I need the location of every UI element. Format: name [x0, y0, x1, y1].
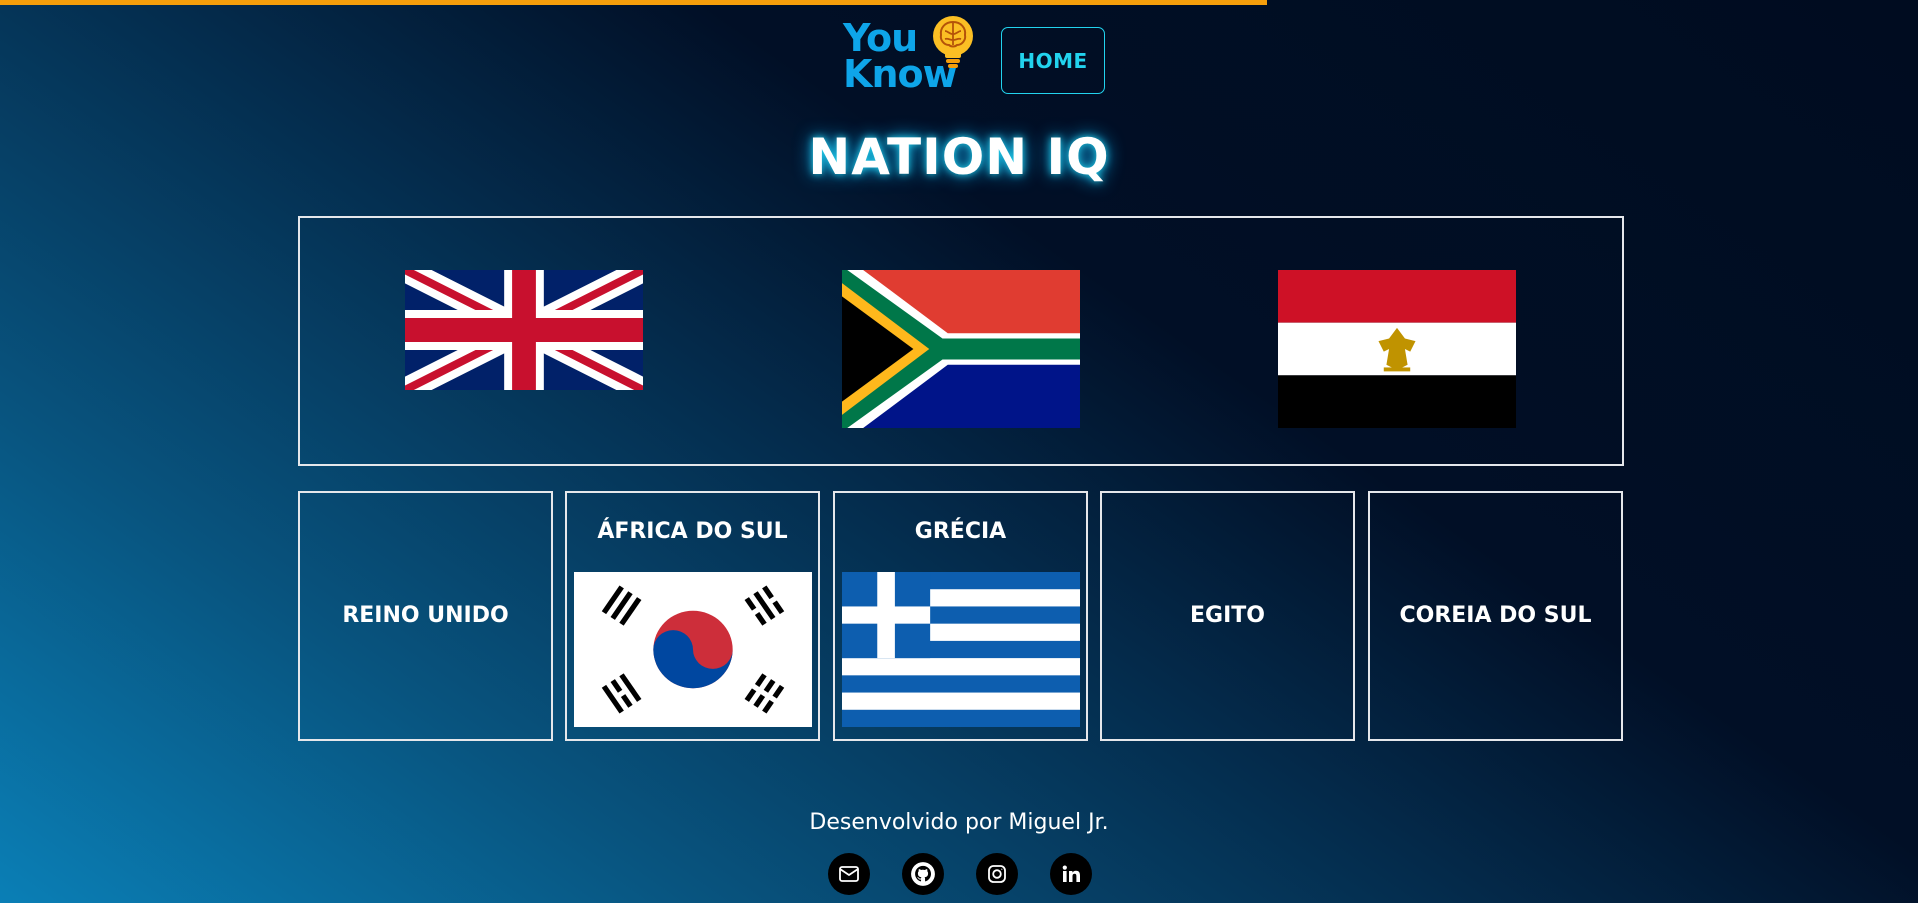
south-africa-flag[interactable]: [842, 270, 1080, 428]
answer-card-reino-unido[interactable]: REINO UNIDO: [298, 491, 553, 741]
greece-flag[interactable]: [842, 572, 1080, 727]
answer-label: ÁFRICA DO SUL: [597, 519, 788, 544]
instagram-icon[interactable]: [976, 853, 1018, 895]
answer-label: REINO UNIDO: [342, 603, 509, 628]
home-button[interactable]: HOME: [1001, 27, 1105, 94]
mail-icon[interactable]: [828, 853, 870, 895]
answer-card-grecia[interactable]: GRÉCIA: [833, 491, 1088, 741]
united-kingdom-flag[interactable]: [405, 270, 643, 390]
answer-card-africa-do-sul[interactable]: ÁFRICA DO SUL: [565, 491, 820, 741]
you-know-logo[interactable]: You Know: [843, 14, 977, 96]
footer-credit: Desenvolvido por Miguel Jr.: [809, 810, 1109, 835]
answer-label: EGITO: [1190, 603, 1265, 628]
progress-bar: [0, 0, 1267, 5]
github-icon[interactable]: [902, 853, 944, 895]
answer-card-coreia-do-sul[interactable]: COREIA DO SUL: [1368, 491, 1623, 741]
linkedin-icon[interactable]: [1050, 853, 1092, 895]
page-title: NATION IQ: [808, 128, 1110, 186]
flag-board: [298, 216, 1624, 466]
lightbulb-brain-icon: [933, 16, 973, 68]
answer-card-egito[interactable]: EGITO: [1100, 491, 1355, 741]
answer-label: GRÉCIA: [914, 519, 1007, 544]
egypt-flag[interactable]: [1278, 270, 1516, 428]
answer-label: COREIA DO SUL: [1399, 603, 1592, 628]
south-korea-flag[interactable]: [574, 572, 812, 727]
